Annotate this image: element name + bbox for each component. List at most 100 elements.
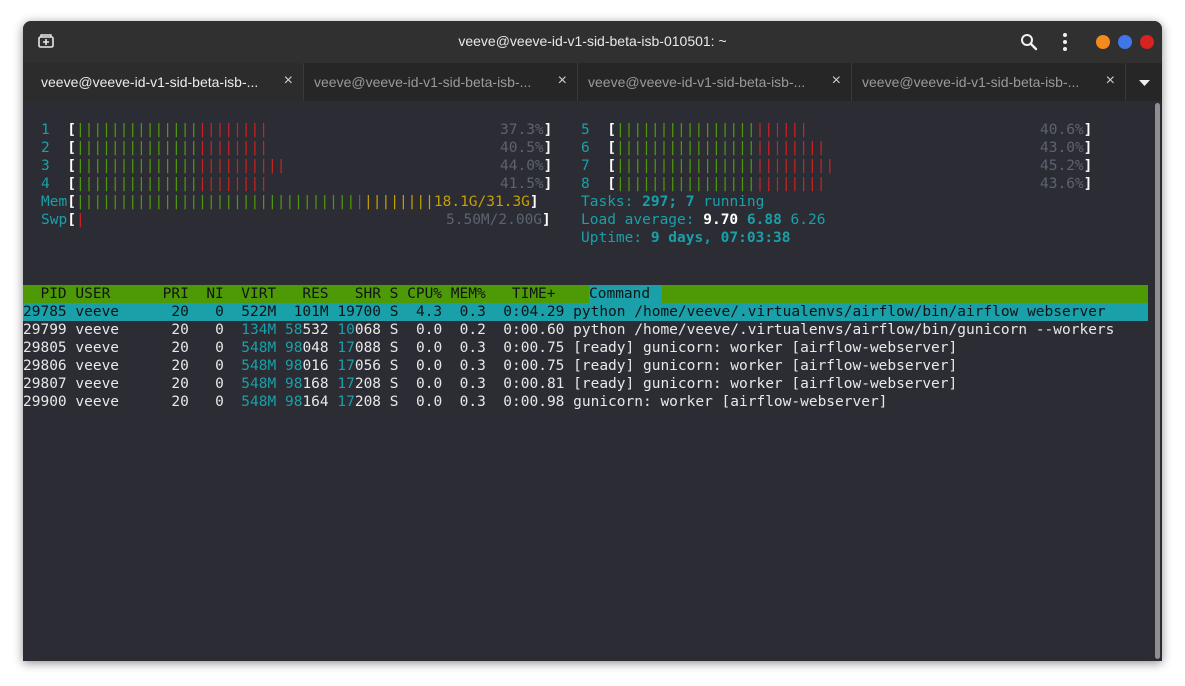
cell-s: S — [389, 322, 399, 338]
cell-s: S — [389, 394, 399, 410]
process-row[interactable]: 29805 veeve 20 0 548M 98048 17088 S 0.0 … — [23, 339, 957, 357]
cell-cpu: 0.0 — [407, 376, 443, 392]
cell-mem: 0.3 — [450, 394, 486, 410]
scrollbar[interactable] — [1153, 101, 1162, 661]
command-column-header[interactable]: Command — [589, 285, 650, 303]
cell-ni: 0 — [197, 376, 224, 392]
title-bar[interactable]: veeve@veeve-id-v1-sid-beta-isb-010501: ~ — [23, 21, 1162, 63]
cell-user: veeve — [75, 304, 154, 320]
process-row[interactable]: 29806 veeve 20 0 548M 98016 17056 S 0.0 … — [23, 357, 957, 375]
cell-command: [ready] gunicorn: worker [airflow-webser… — [573, 358, 958, 374]
cell-user: veeve — [75, 322, 154, 338]
cell-pid: 29900 — [23, 394, 67, 410]
cell-virt: 522M — [232, 304, 277, 320]
cpu-percent-4: 41.5%] — [500, 176, 553, 192]
cell-pri: 20 — [162, 340, 189, 356]
cell-virt: 134M — [232, 322, 277, 338]
cpu-percent-3: 44.0%] — [500, 158, 553, 174]
cell-res-lo: 164 — [302, 394, 329, 410]
cell-pri: 20 — [162, 394, 189, 410]
close-button[interactable] — [1140, 35, 1154, 49]
cpu-meter-4: 4 [|||||||||||||||||||||| — [41, 176, 268, 192]
cell-command: python /home/veeve/.virtualenvs/airflow/… — [573, 322, 1115, 338]
cell-shr-hi: 17 — [337, 340, 355, 356]
cell-cpu: 0.0 — [407, 394, 443, 410]
cell-s: S — [389, 304, 399, 320]
cell-s: S — [389, 340, 399, 356]
minimize-button[interactable] — [1096, 35, 1110, 49]
tab-list-chevron-down-icon[interactable] — [1127, 63, 1162, 101]
tab-4[interactable]: veeve@veeve-id-v1-sid-beta-isb-... × — [852, 63, 1126, 101]
cell-pri: 20 — [162, 322, 189, 338]
search-icon[interactable] — [1020, 33, 1038, 51]
cell-mem: 0.3 — [450, 358, 486, 374]
tasks-summary: Tasks: 297; 7 running — [581, 194, 765, 210]
cpu-percent-6: 43.0%] — [1040, 140, 1093, 156]
tab-3[interactable]: veeve@veeve-id-v1-sid-beta-isb-... × — [578, 63, 852, 101]
cell-mem: 0.3 — [450, 304, 486, 320]
cell-virt: 548M — [232, 394, 277, 410]
cell-pri: 20 — [162, 376, 189, 392]
cell-res-hi: 101 — [284, 304, 320, 320]
tab-label: veeve@veeve-id-v1-sid-beta-isb-... — [314, 74, 532, 90]
mem-meter: Mem[||||||||||||||||||||||||||||||||||||… — [41, 194, 539, 210]
cell-mem: 0.3 — [450, 376, 486, 392]
htop-terminal[interactable]: 1 [|||||||||||||||||||||| 2 [|||||||||||… — [23, 101, 1153, 661]
cell-virt: 548M — [232, 358, 277, 374]
cell-res-hi: 98 — [284, 358, 303, 374]
close-tab-icon[interactable]: × — [832, 72, 841, 90]
cell-ni: 0 — [197, 304, 224, 320]
swap-value: 5.50M/2.00G] — [446, 212, 551, 228]
cell-s: S — [389, 376, 399, 392]
cell-shr-lo: 208 — [354, 376, 382, 392]
tab-2[interactable]: veeve@veeve-id-v1-sid-beta-isb-... × — [304, 63, 578, 101]
process-row[interactable]: 29785 veeve 20 0 522M 101M 19700 S 4.3 0… — [23, 303, 1106, 321]
cell-time: 0:00.75 — [503, 340, 565, 356]
cell-shr-hi: 17 — [337, 358, 355, 374]
process-row[interactable]: 29900 veeve 20 0 548M 98164 17208 S 0.0 … — [23, 393, 887, 411]
cell-user: veeve — [75, 394, 154, 410]
cell-virt: 548M — [232, 376, 277, 392]
cell-pid: 29807 — [23, 376, 67, 392]
cell-shr-hi: 17 — [337, 376, 355, 392]
window-title: veeve@veeve-id-v1-sid-beta-isb-010501: ~ — [458, 33, 727, 49]
cell-mem: 0.2 — [450, 322, 486, 338]
cell-cpu: 0.0 — [407, 340, 443, 356]
close-tab-icon[interactable]: × — [1106, 72, 1115, 90]
cell-pid: 29799 — [23, 322, 67, 338]
process-row[interactable]: 29807 veeve 20 0 548M 98168 17208 S 0.0 … — [23, 375, 957, 393]
tab-label: veeve@veeve-id-v1-sid-beta-isb-... — [41, 74, 259, 90]
cell-ni: 0 — [197, 358, 224, 374]
cpu-meter-5: 5 [|||||||||||||||||||||| — [581, 122, 809, 138]
cell-pri: 20 — [162, 304, 189, 320]
close-tab-icon[interactable]: × — [558, 72, 567, 90]
scrollbar-thumb[interactable] — [1155, 103, 1160, 659]
process-row[interactable]: 29799 veeve 20 0 134M 58532 10068 S 0.0 … — [23, 321, 1114, 339]
cell-ni: 0 — [197, 394, 224, 410]
column-headers[interactable]: PID USER PRI NI VIRT RES SHR S CPU% MEM%… — [23, 285, 573, 303]
cell-res-lo: 016 — [302, 358, 329, 374]
tab-1[interactable]: veeve@veeve-id-v1-sid-beta-isb-... × — [23, 63, 304, 101]
cpu-percent-2: 40.5%] — [500, 140, 553, 156]
cpu-percent-8: 43.6%] — [1040, 176, 1093, 192]
cell-user: veeve — [75, 358, 154, 374]
cell-res-hi: 58 — [284, 322, 303, 338]
cell-command: [ready] gunicorn: worker [airflow-webser… — [573, 340, 958, 356]
tab-label: veeve@veeve-id-v1-sid-beta-isb-... — [588, 74, 806, 90]
cpu-meter-6: 6 [|||||||||||||||||||||||| — [581, 140, 826, 156]
cell-res-lo: 168 — [302, 376, 329, 392]
cell-shr-hi: 17 — [337, 394, 355, 410]
cell-res-hi: 98 — [284, 394, 303, 410]
cell-pid: 29805 — [23, 340, 67, 356]
cell-shr-lo: 208 — [354, 394, 382, 410]
maximize-button[interactable] — [1118, 35, 1132, 49]
close-tab-icon[interactable]: × — [284, 72, 293, 90]
cell-virt: 548M — [232, 340, 277, 356]
uptime: Uptime: 9 days, 07:03:38 — [581, 230, 791, 246]
cpu-meter-3: 3 [|||||||||||||||||||||||| — [41, 158, 286, 174]
cell-pid: 29806 — [23, 358, 67, 374]
cell-s: S — [389, 358, 399, 374]
cell-shr-lo: 068 — [354, 322, 382, 338]
menu-icon[interactable] — [1059, 32, 1071, 52]
cell-res-lo: 048 — [302, 340, 329, 356]
